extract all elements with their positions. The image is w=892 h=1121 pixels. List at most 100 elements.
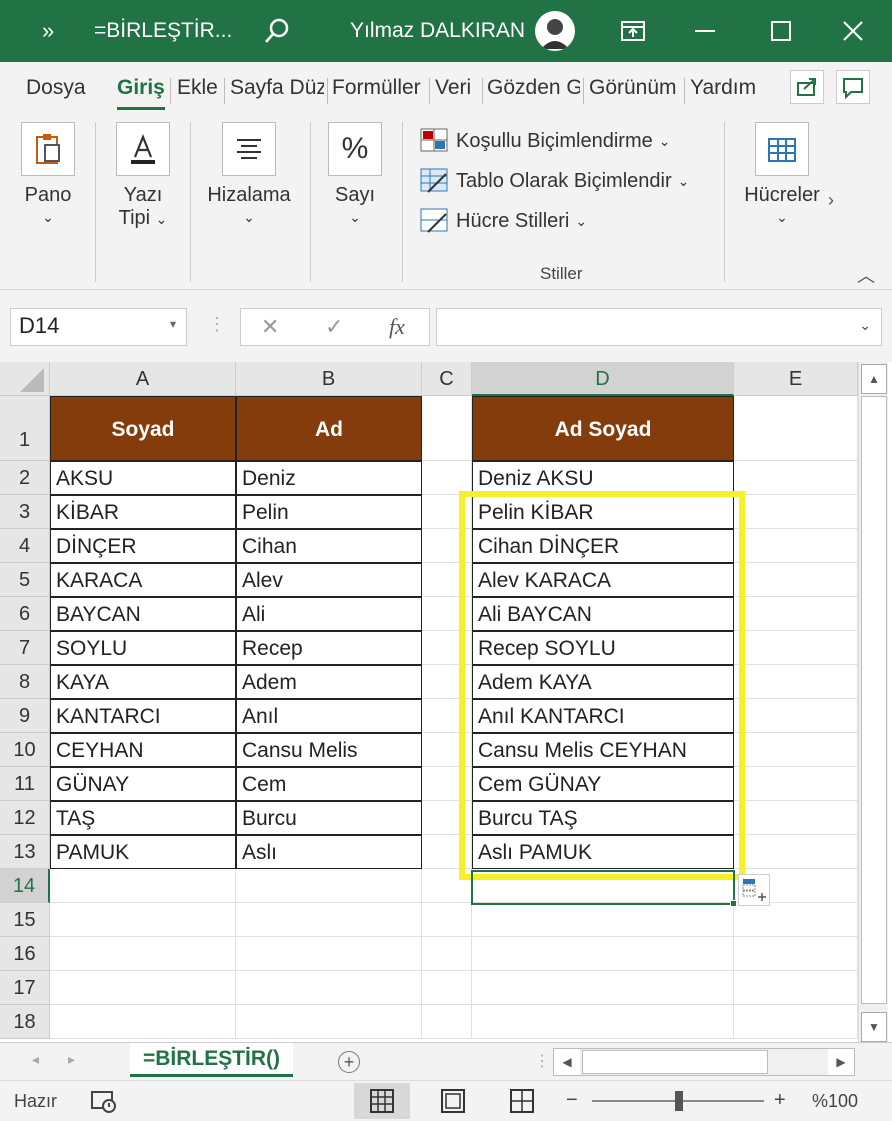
cell-b15[interactable] <box>236 903 422 937</box>
quick-access-more-button[interactable]: » <box>42 18 54 44</box>
cell-b16[interactable] <box>236 937 422 971</box>
cell-b1[interactable]: Ad <box>236 396 422 461</box>
column-header-b[interactable]: B <box>236 362 422 396</box>
cell-e13[interactable] <box>734 835 858 869</box>
fill-handle[interactable] <box>730 900 737 907</box>
row-header-15[interactable]: 15 <box>0 903 50 937</box>
comment-icon[interactable] <box>836 70 870 104</box>
cell-d17[interactable] <box>472 971 734 1005</box>
tablo-olarak-bicimlendir-button[interactable]: Tablo Olarak Biçimlendir ⌄ <box>420 168 689 194</box>
cell-c18[interactable] <box>422 1005 472 1039</box>
cell-c1[interactable] <box>422 396 472 461</box>
accessibility-icon[interactable] <box>90 1089 118 1120</box>
kosullu-bicimlendirme-button[interactable]: Koşullu Biçimlendirme ⌄ <box>420 128 670 154</box>
cell-b14[interactable] <box>236 869 422 903</box>
zoom-level[interactable]: %100 <box>812 1091 858 1112</box>
page-layout-view-icon[interactable] <box>425 1083 481 1119</box>
cell-b17[interactable] <box>236 971 422 1005</box>
row-header-14[interactable]: 14 <box>0 869 50 903</box>
pano-button[interactable]: Pano ⌄ <box>18 122 78 226</box>
share-icon[interactable] <box>790 70 824 104</box>
cell-b12[interactable]: Burcu <box>236 801 422 835</box>
row-header-3[interactable]: 3 <box>0 495 50 529</box>
cell-a15[interactable] <box>50 903 236 937</box>
select-all-corner[interactable] <box>0 362 50 396</box>
cell-a8[interactable]: KAYA <box>50 665 236 699</box>
column-header-d[interactable]: D <box>472 362 734 396</box>
cell-e1[interactable] <box>734 396 858 461</box>
cell-a17[interactable] <box>50 971 236 1005</box>
cancel-icon[interactable]: ✕ <box>261 314 279 340</box>
cell-e2[interactable] <box>734 461 858 495</box>
row-header-10[interactable]: 10 <box>0 733 50 767</box>
column-header-c[interactable]: C <box>422 362 472 396</box>
cell-e18[interactable] <box>734 1005 858 1039</box>
cell-c15[interactable] <box>422 903 472 937</box>
hucre-stilleri-button[interactable]: Hücre Stilleri ⌄ <box>420 208 587 234</box>
cell-d16[interactable] <box>472 937 734 971</box>
row-header-17[interactable]: 17 <box>0 971 50 1005</box>
cell-e6[interactable] <box>734 597 858 631</box>
row-header-12[interactable]: 12 <box>0 801 50 835</box>
scroll-left-icon[interactable]: ◀ <box>554 1049 580 1075</box>
hizalama-button[interactable]: Hizalama ⌄ <box>200 122 298 226</box>
sheet-tab-birlestir[interactable]: =BİRLEŞTİR() <box>130 1043 293 1077</box>
scroll-right-icon[interactable]: ▶ <box>828 1049 854 1075</box>
minimize-icon[interactable] <box>690 16 720 46</box>
cell-e11[interactable] <box>734 767 858 801</box>
cell-d18[interactable] <box>472 1005 734 1039</box>
row-header-8[interactable]: 8 <box>0 665 50 699</box>
cell-b18[interactable] <box>236 1005 422 1039</box>
cell-e17[interactable] <box>734 971 858 1005</box>
vertical-scroll-thumb[interactable] <box>861 396 887 1004</box>
restore-icon[interactable] <box>618 16 648 46</box>
cell-e3[interactable] <box>734 495 858 529</box>
insert-function-icon[interactable]: fx <box>389 314 405 340</box>
cell-a11[interactable]: GÜNAY <box>50 767 236 801</box>
sheet-next-icon[interactable]: ▸ <box>68 1051 75 1068</box>
search-icon[interactable] <box>262 16 292 46</box>
vertical-scrollbar[interactable]: ▲ ▼ <box>858 362 888 1042</box>
zoom-in-icon[interactable]: + <box>774 1089 786 1112</box>
cell-a3[interactable]: KİBAR <box>50 495 236 529</box>
scroll-up-icon[interactable]: ▲ <box>861 364 887 394</box>
horizontal-scroll-thumb[interactable] <box>582 1050 768 1074</box>
maximize-icon[interactable] <box>766 16 796 46</box>
sheet-prev-icon[interactable]: ◂ <box>32 1051 39 1068</box>
normal-view-icon[interactable] <box>354 1083 410 1119</box>
tab-dosya[interactable]: Dosya <box>26 76 86 100</box>
cell-d2[interactable]: Deniz AKSU <box>472 461 734 495</box>
ribbon-scroll-right-icon[interactable]: › <box>828 190 834 211</box>
cell-c16[interactable] <box>422 937 472 971</box>
horizontal-scrollbar[interactable]: ◀ ▶ <box>553 1048 855 1076</box>
cell-a7[interactable]: SOYLU <box>50 631 236 665</box>
name-box[interactable]: D14 ▾ <box>10 308 187 346</box>
cell-e9[interactable] <box>734 699 858 733</box>
cell-e15[interactable] <box>734 903 858 937</box>
cell-e5[interactable] <box>734 563 858 597</box>
user-name[interactable]: Yılmaz DALKIRAN <box>350 19 525 43</box>
scroll-down-icon[interactable]: ▼ <box>861 1012 887 1042</box>
cell-b2[interactable]: Deniz <box>236 461 422 495</box>
row-header-5[interactable]: 5 <box>0 563 50 597</box>
cell-a2[interactable]: AKSU <box>50 461 236 495</box>
zoom-slider-knob[interactable] <box>675 1091 683 1111</box>
row-header-6[interactable]: 6 <box>0 597 50 631</box>
cell-a10[interactable]: CEYHAN <box>50 733 236 767</box>
row-header-16[interactable]: 16 <box>0 937 50 971</box>
cell-a13[interactable]: PAMUK <box>50 835 236 869</box>
hucreler-button[interactable]: Hücreler ⌄ <box>738 122 826 226</box>
close-icon[interactable] <box>838 16 868 46</box>
cell-e16[interactable] <box>734 937 858 971</box>
cell-a9[interactable]: KANTARCI <box>50 699 236 733</box>
cell-a4[interactable]: DİNÇER <box>50 529 236 563</box>
cell-b11[interactable]: Cem <box>236 767 422 801</box>
cell-c17[interactable] <box>422 971 472 1005</box>
cell-b10[interactable]: Cansu Melis <box>236 733 422 767</box>
cell-e10[interactable] <box>734 733 858 767</box>
cell-d1[interactable]: Ad Soyad <box>472 396 734 461</box>
cell-a18[interactable] <box>50 1005 236 1039</box>
tab-formuller[interactable]: Formüller <box>332 76 426 100</box>
cell-a5[interactable]: KARACA <box>50 563 236 597</box>
formula-input[interactable]: ⌄ <box>436 308 882 346</box>
